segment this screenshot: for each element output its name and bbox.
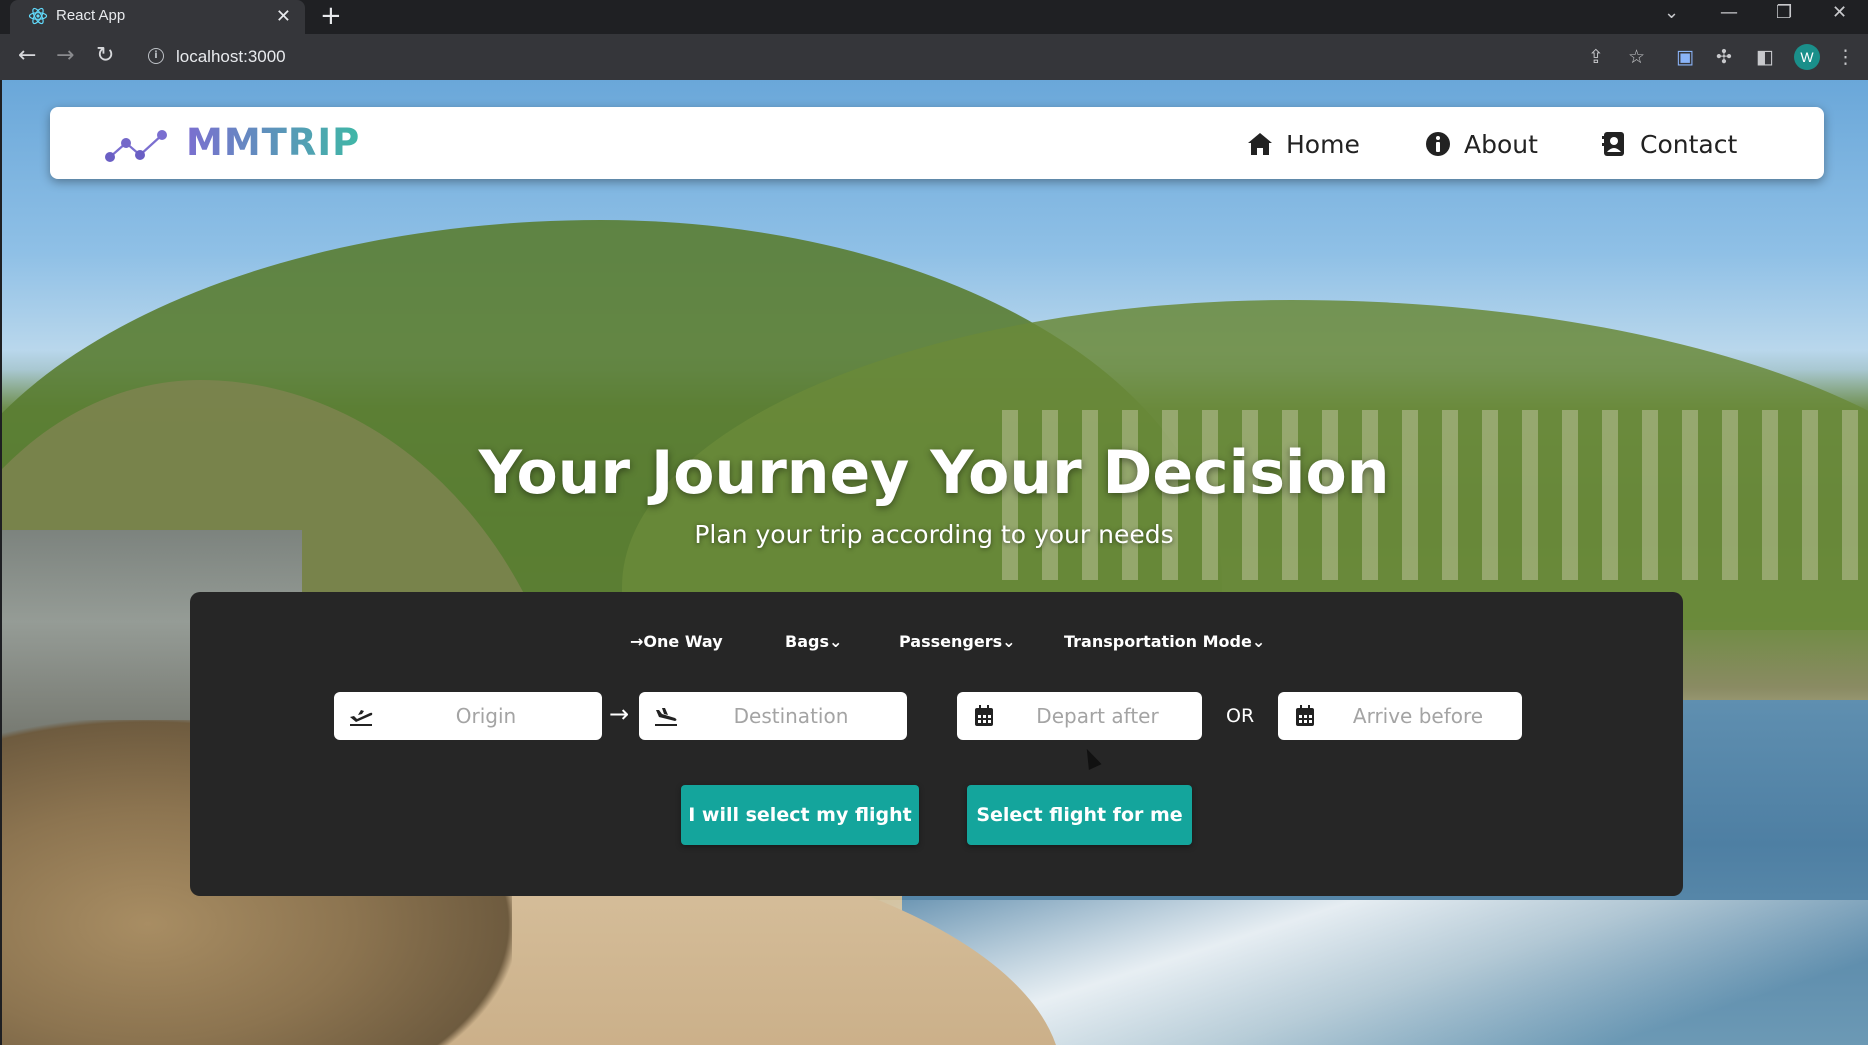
close-icon[interactable]: ✕	[276, 6, 291, 27]
profile-avatar[interactable]: W	[1794, 44, 1820, 70]
nav-about-label: About	[1464, 129, 1538, 159]
browser-toolbar: ← → ↻ i localhost:3000 ⇪ ☆ ▣ ✣ ◧ W ⋮	[0, 34, 1868, 80]
share-icon[interactable]: ⇪	[1588, 46, 1604, 68]
arrive-before-field[interactable]	[1278, 692, 1522, 740]
screen-capture-icon[interactable]: ▣	[1676, 46, 1694, 68]
address-bar[interactable]: i localhost:3000	[140, 42, 1570, 72]
hero-background	[2, 80, 1868, 1045]
side-panel-icon[interactable]: ◧	[1756, 46, 1774, 68]
bookmark-star-icon[interactable]: ☆	[1628, 46, 1645, 68]
plane-departure-icon	[350, 710, 373, 726]
nav-home[interactable]: Home	[1246, 129, 1360, 159]
chevron-down-icon: ⌄	[1251, 632, 1266, 651]
nav-home-label: Home	[1286, 129, 1360, 159]
calendar-icon	[975, 705, 993, 726]
tab-search-icon[interactable]: ⌄	[1664, 2, 1679, 23]
arrow-right-icon: →	[630, 632, 644, 651]
browser-tab-bar: React App ✕ + ⌄ — ❐ ✕	[0, 0, 1868, 34]
forward-icon[interactable]: →	[56, 43, 74, 68]
search-panel: →One Way Bags⌄ Passengers⌄ Transportatio…	[190, 592, 1683, 896]
restore-icon[interactable]: ❐	[1776, 2, 1792, 23]
or-separator: OR	[1226, 705, 1255, 727]
site-info-icon[interactable]: i	[148, 48, 164, 64]
extensions-icon[interactable]: ✣	[1716, 46, 1732, 68]
arrow-right-icon: →	[609, 700, 630, 728]
window-close-icon[interactable]: ✕	[1832, 2, 1847, 23]
address-url[interactable]: localhost:3000	[176, 47, 286, 67]
menu-kebab-icon[interactable]: ⋮	[1836, 46, 1855, 68]
transportation-mode-label: Transportation Mode	[1064, 632, 1252, 651]
react-logo-icon	[28, 7, 48, 25]
arrive-before-input[interactable]	[1324, 692, 1512, 740]
logo-text[interactable]: MMTRIP	[186, 121, 360, 164]
calendar-icon	[1296, 705, 1314, 726]
nav-contact-label: Contact	[1640, 129, 1738, 159]
home-icon	[1248, 133, 1272, 155]
reload-icon[interactable]: ↻	[96, 43, 114, 68]
origin-input[interactable]	[380, 692, 592, 740]
bags-label: Bags	[785, 632, 829, 651]
trip-type-dropdown[interactable]: →One Way	[630, 632, 723, 651]
select-my-flight-button[interactable]: I will select my flight	[681, 785, 919, 845]
hero-subtitle: Plan your trip according to your needs	[694, 520, 1174, 549]
site-navbar: MMTRIP Home About Contact	[50, 107, 1824, 179]
tab-title: React App	[56, 7, 126, 24]
passengers-label: Passengers	[899, 632, 1003, 651]
contact-card-icon	[1602, 132, 1624, 156]
transportation-mode-dropdown[interactable]: Transportation Mode⌄	[1064, 632, 1265, 651]
select-flight-for-me-button[interactable]: Select flight for me	[967, 785, 1192, 845]
trip-type-label: One Way	[643, 632, 723, 651]
logo-dots-icon	[105, 130, 167, 162]
bags-dropdown[interactable]: Bags⌄	[785, 632, 842, 651]
destination-input[interactable]	[685, 692, 897, 740]
minimize-icon[interactable]: —	[1720, 2, 1738, 23]
new-tab-button[interactable]: +	[320, 1, 342, 31]
destination-field[interactable]	[639, 692, 907, 740]
back-icon[interactable]: ←	[18, 43, 36, 68]
depart-after-input[interactable]	[1003, 692, 1192, 740]
browser-tab[interactable]: React App ✕	[10, 0, 305, 34]
origin-field[interactable]	[334, 692, 602, 740]
nav-contact[interactable]: Contact	[1600, 129, 1737, 159]
info-icon	[1426, 132, 1450, 156]
depart-after-field[interactable]	[957, 692, 1202, 740]
plane-arrival-icon	[655, 708, 677, 726]
nav-about[interactable]: About	[1424, 129, 1538, 159]
passengers-dropdown[interactable]: Passengers⌄	[899, 632, 1016, 651]
chevron-down-icon: ⌄	[828, 632, 843, 651]
chevron-down-icon: ⌄	[1002, 632, 1016, 651]
hero-title: Your Journey Your Decision	[478, 438, 1390, 508]
